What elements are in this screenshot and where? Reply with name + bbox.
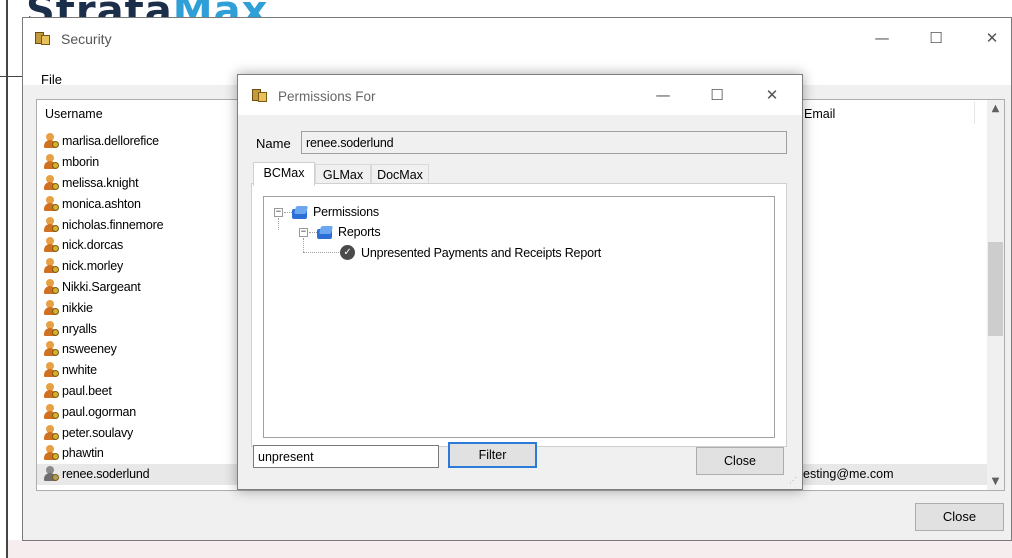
name-label: Name (256, 136, 291, 151)
logo-text-strata: Strata (26, 0, 173, 17)
scroll-down-icon[interactable]: ▼ (987, 473, 1004, 490)
user-key-icon (43, 466, 59, 482)
tree-connector (284, 212, 292, 213)
vertical-scrollbar[interactable]: ▲ ▼ (987, 100, 1004, 490)
collapse-icon[interactable]: − (274, 208, 283, 217)
minimize-icon[interactable]: — (870, 26, 894, 50)
user-name: nsweeney (62, 342, 117, 357)
user-key-icon (43, 154, 59, 170)
security-window-title: Security (61, 31, 112, 47)
user-key-icon (43, 133, 59, 149)
column-separator (974, 102, 975, 124)
background-frame-edge (6, 0, 8, 558)
security-titlebar: Security — ☐ ✕ (23, 18, 1011, 58)
user-name: Nikki.Sargeant (62, 279, 141, 294)
permissions-tree[interactable]: − Permissions − Reports ✓ Unpresented Pa… (263, 196, 775, 438)
column-header-email[interactable]: Email (804, 107, 835, 121)
user-name: monica.ashton (62, 196, 141, 211)
user-name: peter.soulavy (62, 425, 134, 440)
security-app-icon (252, 87, 268, 103)
close-icon[interactable]: ✕ (760, 83, 784, 107)
menu-file[interactable]: File (41, 72, 62, 87)
user-name: nick.morley (62, 259, 124, 274)
tree-node-unpresented-report[interactable]: ✓ Unpresented Payments and Receipts Repo… (340, 245, 601, 260)
user-key-icon (43, 424, 59, 441)
user-name: marlisa.dellorefice (62, 134, 159, 149)
folder-icon (317, 225, 334, 239)
maximize-icon[interactable]: ☐ (705, 83, 729, 107)
user-key-icon (43, 195, 59, 212)
user-name: phawtin (62, 446, 104, 461)
tree-connector (278, 218, 279, 230)
user-name: paul.beet (62, 383, 112, 398)
user-key-icon (43, 299, 59, 316)
filter-button[interactable]: Filter (448, 442, 537, 468)
close-button[interactable]: Close (915, 503, 1004, 531)
logo-text-max: Max (173, 0, 269, 17)
user-name: nryalls (62, 321, 97, 336)
close-icon[interactable]: ✕ (980, 26, 1004, 50)
user-name: mborin (62, 155, 100, 170)
background-footer (8, 540, 1012, 558)
tree-node-label: Unpresented Payments and Receipts Report (361, 245, 602, 260)
tree-node-permissions[interactable]: Permissions (292, 205, 379, 219)
tree-connector (303, 238, 304, 252)
user-name: nikkie (62, 300, 93, 315)
filter-input[interactable]: unpresent (253, 445, 439, 468)
user-key-icon (43, 278, 59, 295)
dialog-close-button[interactable]: Close (696, 447, 784, 475)
permissions-dialog-title: Permissions For (278, 89, 376, 104)
permissions-titlebar: Permissions For — ☐ ✕ (238, 75, 802, 115)
user-name: nicholas.finnemore (62, 217, 164, 232)
user-key-icon (43, 362, 59, 378)
column-header-username[interactable]: Username (45, 107, 103, 121)
tree-connector (303, 252, 339, 253)
maximize-icon[interactable]: ☐ (924, 26, 948, 50)
user-name: renee.soderlund (62, 467, 150, 482)
stratamax-logo: StrataMax (26, 0, 268, 17)
tree-node-label: Permissions (313, 205, 379, 219)
user-name: nwhite (62, 363, 97, 378)
user-key-icon (43, 174, 59, 191)
security-app-icon (35, 30, 51, 46)
user-key-icon (43, 320, 59, 337)
user-key-icon (43, 445, 59, 461)
user-key-icon (43, 382, 59, 399)
user-key-icon (43, 216, 59, 233)
tree-node-label: Reports (338, 225, 381, 239)
scroll-up-icon[interactable]: ▲ (987, 100, 1004, 117)
check-circle-icon: ✓ (340, 245, 355, 260)
tree-node-reports[interactable]: Reports (317, 225, 381, 239)
tree-connector (309, 232, 317, 233)
user-email: esting@me.com (803, 467, 894, 482)
resize-grip-icon[interactable]: ⋰ (789, 476, 799, 486)
user-name: nick.dorcas (62, 238, 124, 253)
tab-bcmax[interactable]: BCMax (253, 162, 315, 186)
permissions-dialog: Permissions For — ☐ ✕ Name renee.soderlu… (237, 74, 803, 490)
user-key-icon (43, 341, 59, 357)
user-key-icon (43, 258, 59, 274)
user-name: paul.ogorman (62, 404, 137, 419)
minimize-icon[interactable]: — (651, 83, 675, 107)
scroll-thumb[interactable] (988, 242, 1003, 336)
name-field: renee.soderlund (301, 131, 787, 154)
user-key-icon (43, 237, 59, 253)
user-name: melissa.knight (62, 175, 139, 190)
background-divider (0, 76, 22, 77)
folder-icon (292, 205, 309, 219)
user-key-icon (43, 403, 59, 420)
tab-page-bcmax: − Permissions − Reports ✓ Unpresented Pa… (251, 183, 787, 447)
background-app-header: StrataMax (0, 0, 1012, 17)
collapse-icon[interactable]: − (299, 228, 308, 237)
